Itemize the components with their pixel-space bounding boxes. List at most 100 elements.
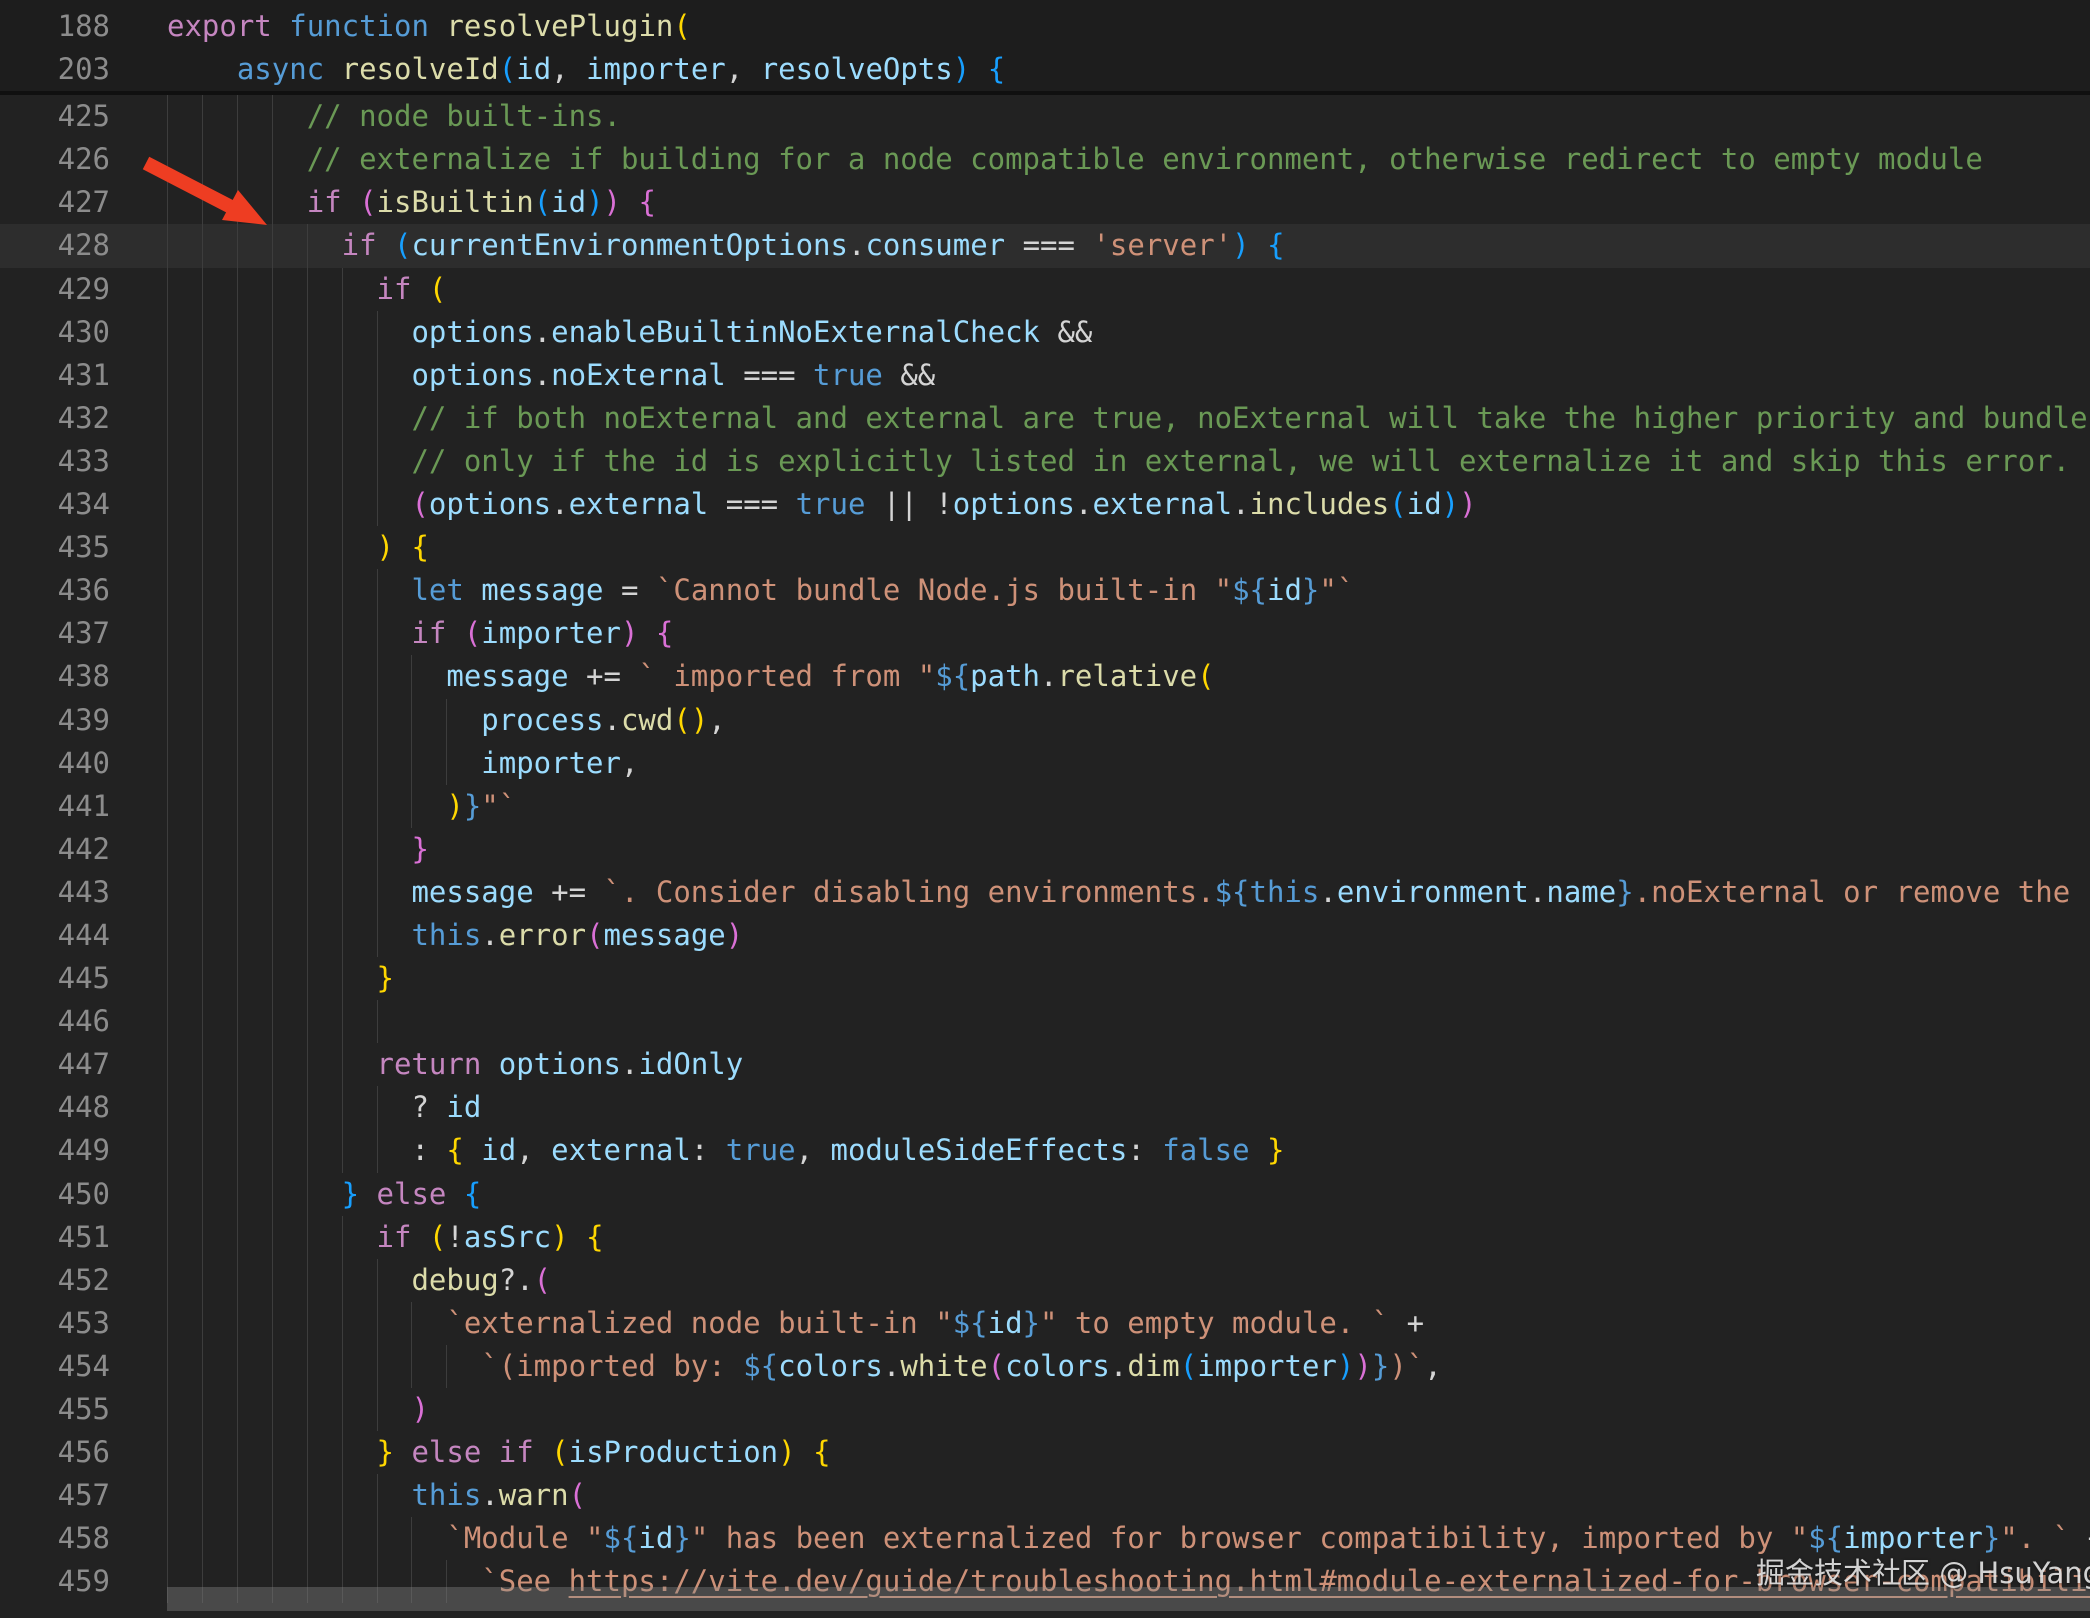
code-line[interactable]: 431 options.noExternal === true && (0, 354, 2090, 397)
indent-guide (237, 1302, 238, 1345)
indent-guide (202, 268, 203, 311)
line-number[interactable]: 458 (0, 1517, 167, 1560)
code-token: false (1162, 1133, 1249, 1167)
line-number[interactable]: 447 (0, 1043, 167, 1086)
indent-guide (237, 354, 238, 397)
code-line[interactable]: 446 (0, 1000, 2090, 1043)
code-token: ( (1180, 1349, 1197, 1383)
code-line[interactable]: 438 message += ` imported from "${path.r… (0, 655, 2090, 698)
line-number[interactable]: 439 (0, 699, 167, 742)
code-line[interactable]: 436 let message = `Cannot bundle Node.js… (0, 569, 2090, 612)
indent-guide (237, 440, 238, 483)
line-number[interactable]: 203 (0, 48, 167, 91)
code-line[interactable]: 452 debug?.( (0, 1259, 2090, 1302)
code-token: ! (935, 487, 952, 521)
line-number[interactable]: 451 (0, 1216, 167, 1259)
line-number[interactable]: 459 (0, 1560, 167, 1603)
code-line[interactable]: 433 // only if the id is explicitly list… (0, 440, 2090, 483)
line-number[interactable]: 457 (0, 1474, 167, 1517)
code-line[interactable]: 435 ) { (0, 526, 2090, 569)
sticky-code-line[interactable]: 203 async resolveId(id, importer, resolv… (0, 48, 2090, 91)
indent-guide (167, 1000, 168, 1043)
line-number[interactable]: 435 (0, 526, 167, 569)
line-number[interactable]: 432 (0, 397, 167, 440)
line-number[interactable]: 450 (0, 1173, 167, 1216)
line-number[interactable]: 430 (0, 311, 167, 354)
code-line[interactable]: 439 process.cwd(), (0, 699, 2090, 742)
line-number[interactable]: 448 (0, 1086, 167, 1129)
code-line-content: } else if (isProduction) { (167, 1431, 2090, 1474)
code-token: ! (446, 1220, 463, 1254)
line-number[interactable]: 444 (0, 914, 167, 957)
code-line[interactable]: 428 if (currentEnvironmentOptions.consum… (0, 224, 2090, 267)
line-number[interactable]: 436 (0, 569, 167, 612)
code-token: : (1127, 1133, 1162, 1167)
code-line[interactable]: 427 if (isBuiltin(id)) { (0, 181, 2090, 224)
code-line[interactable]: 429 if ( (0, 268, 2090, 311)
line-number[interactable]: 434 (0, 483, 167, 526)
line-number[interactable]: 455 (0, 1388, 167, 1431)
line-number[interactable]: 453 (0, 1302, 167, 1345)
indent-guide (202, 914, 203, 957)
code-token: ) (411, 1392, 428, 1426)
line-number[interactable]: 433 (0, 440, 167, 483)
code-token: let (411, 573, 463, 607)
line-number[interactable]: 437 (0, 612, 167, 655)
indent-guide (202, 1388, 203, 1431)
line-number[interactable]: 443 (0, 871, 167, 914)
code-line[interactable]: 430 options.enableBuiltinNoExternalCheck… (0, 311, 2090, 354)
sticky-code-line[interactable]: 188export function resolvePlugin( (0, 5, 2090, 48)
line-number[interactable]: 425 (0, 95, 167, 138)
code-token: ) (691, 703, 708, 737)
indent-guide (237, 1043, 238, 1086)
code-line[interactable]: 440 importer, (0, 742, 2090, 785)
line-number[interactable]: 442 (0, 828, 167, 871)
line-number[interactable]: 438 (0, 655, 167, 698)
line-number[interactable]: 429 (0, 268, 167, 311)
code-token (464, 1133, 481, 1167)
code-line[interactable]: 443 message += `. Consider disabling env… (0, 871, 2090, 914)
code-line[interactable]: 432 // if both noExternal and external a… (0, 397, 2090, 440)
indent-guide (167, 526, 168, 569)
code-line[interactable]: 448 ? id (0, 1086, 2090, 1129)
line-number[interactable]: 446 (0, 1000, 167, 1043)
code-line[interactable]: 456 } else if (isProduction) { (0, 1431, 2090, 1474)
code-line[interactable]: 455 ) (0, 1388, 2090, 1431)
code-line[interactable]: 451 if (!asSrc) { (0, 1216, 2090, 1259)
code-line[interactable]: 434 (options.external === true || !optio… (0, 483, 2090, 526)
code-line[interactable]: 453 `externalized node built-in "${id}" … (0, 1302, 2090, 1345)
code-token: noExternal (551, 358, 726, 392)
code-line[interactable]: 445 } (0, 957, 2090, 1000)
code-line[interactable]: 426 // externalize if building for a nod… (0, 138, 2090, 181)
indent-guide (202, 1431, 203, 1474)
code-line[interactable]: 449 : { id, external: true, moduleSideEf… (0, 1129, 2090, 1172)
code-token: options (411, 358, 533, 392)
indent-guide (377, 569, 378, 612)
code-line[interactable]: 457 this.warn( (0, 1474, 2090, 1517)
code-line[interactable]: 450 } else { (0, 1173, 2090, 1216)
code-line[interactable]: 447 return options.idOnly (0, 1043, 2090, 1086)
line-number[interactable]: 445 (0, 957, 167, 1000)
code-line[interactable]: 437 if (importer) { (0, 612, 2090, 655)
code-line[interactable]: 444 this.error(message) (0, 914, 2090, 957)
indent-guide (272, 268, 273, 311)
line-number[interactable]: 454 (0, 1345, 167, 1388)
indent-guide (237, 1129, 238, 1172)
line-number[interactable]: 441 (0, 785, 167, 828)
code-token: } (673, 1521, 690, 1555)
code-token: external (1092, 487, 1232, 521)
line-number[interactable]: 431 (0, 354, 167, 397)
code-line[interactable]: 441 )}"` (0, 785, 2090, 828)
indent-guide (377, 1086, 378, 1129)
code-line[interactable]: 442 } (0, 828, 2090, 871)
code-token: { (656, 616, 673, 650)
line-number[interactable]: 188 (0, 5, 167, 48)
line-number[interactable]: 456 (0, 1431, 167, 1474)
indent-guide (167, 957, 168, 1000)
code-line[interactable]: 425 // node built-ins. (0, 95, 2090, 138)
code-token: ) (377, 530, 394, 564)
line-number[interactable]: 452 (0, 1259, 167, 1302)
line-number[interactable]: 449 (0, 1129, 167, 1172)
code-line[interactable]: 454 `(imported by: ${colors.white(colors… (0, 1345, 2090, 1388)
line-number[interactable]: 440 (0, 742, 167, 785)
